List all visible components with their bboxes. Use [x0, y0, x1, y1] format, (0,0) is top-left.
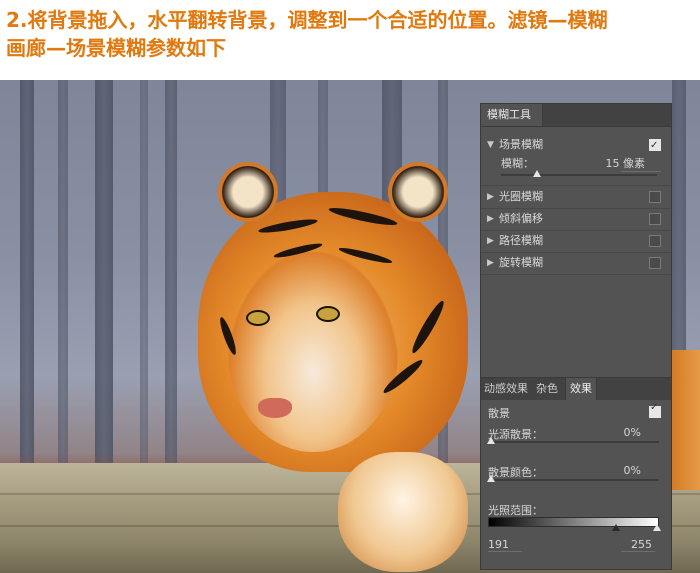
bokeh-color-slider[interactable] — [490, 479, 659, 481]
collapsed-triangle-icon[interactable]: ▶ — [487, 230, 494, 252]
tiger-ear — [388, 162, 448, 222]
blur-tool-tilt-shift[interactable]: ▶ 倾斜偏移 — [481, 208, 671, 231]
light-range-gradient[interactable] — [488, 517, 659, 527]
tiger-image — [188, 152, 488, 572]
light-bokeh-slider[interactable] — [490, 441, 659, 443]
blur-amount-slider[interactable] — [501, 174, 657, 176]
bokeh-color-value[interactable]: 0% — [624, 464, 641, 477]
tab-effects[interactable]: 效果 — [565, 378, 597, 400]
light-range-label: 光照范围： — [488, 504, 543, 517]
blur-tool-checkbox[interactable] — [649, 213, 661, 225]
tiger-ear — [218, 162, 278, 222]
blur-amount-slider-thumb[interactable] — [533, 170, 541, 177]
tiger-nose — [258, 398, 292, 418]
blur-tool-label: 光圈模糊 — [499, 190, 543, 203]
tiger-eye — [246, 310, 270, 326]
collapsed-triangle-icon[interactable]: ▶ — [487, 186, 494, 208]
bokeh-checkbox[interactable] — [649, 402, 661, 418]
blur-amount-label: 模糊： — [501, 157, 534, 170]
background-tree — [140, 80, 148, 513]
background-tree — [95, 80, 113, 513]
blur-tool-iris[interactable]: ▶ 光圈模糊 — [481, 186, 671, 209]
tiger-eye — [316, 306, 340, 322]
tiger-tail-edge — [670, 350, 700, 490]
effects-tab-bar: 动感效果 杂色 效果 — [481, 377, 671, 400]
expanded-triangle-icon[interactable]: ▼ — [487, 134, 494, 156]
tab-noise[interactable]: 杂色 — [533, 378, 561, 400]
value-underline — [621, 171, 661, 172]
light-range-high-value[interactable]: 255 — [631, 538, 652, 551]
blur-tools-panel: 模糊工具 ▼ 场景模糊 模糊： 15 像素 ▶ 光圈模糊 ▶ 倾斜偏移 ▶ 路径… — [480, 103, 672, 570]
blur-tool-checkbox[interactable] — [649, 191, 661, 203]
instruction-caption: 2.将背景拖入，水平翻转背景，调整到一个合适的位置。滤镜—模糊 画廊—场景模糊参… — [6, 6, 696, 62]
light-range-high-thumb[interactable] — [653, 524, 661, 531]
collapsed-triangle-icon[interactable]: ▶ — [487, 208, 494, 230]
background-tree — [20, 80, 34, 513]
value-underline — [488, 551, 522, 552]
tiger-paw — [338, 452, 468, 572]
bokeh-label: 散景 — [488, 407, 510, 420]
collapsed-triangle-icon[interactable]: ▶ — [487, 252, 494, 274]
tab-motion-effects[interactable]: 动感效果 — [481, 378, 531, 400]
bokeh-color-label: 散景颜色： — [488, 466, 543, 479]
light-bokeh-value[interactable]: 0% — [624, 426, 641, 439]
value-underline — [621, 551, 655, 552]
blur-tool-label: 场景模糊 — [499, 138, 543, 151]
blur-tool-checkbox[interactable] — [649, 257, 661, 269]
light-range-low-value[interactable]: 191 — [488, 538, 509, 551]
bokeh-color-slider-thumb[interactable] — [487, 475, 495, 482]
blur-amount-value[interactable]: 15 像素 — [606, 156, 646, 172]
blur-tool-label: 旋转模糊 — [499, 256, 543, 269]
caption-line-2: 画廊—场景模糊参数如下 — [6, 36, 226, 60]
light-bokeh-label: 光源散景： — [488, 428, 543, 441]
blur-tool-checkbox[interactable] — [649, 235, 661, 247]
light-range-low-thumb[interactable] — [612, 524, 620, 531]
blur-tool-checkbox[interactable] — [649, 135, 661, 157]
tiger-face — [228, 252, 398, 452]
blur-tool-spin[interactable]: ▶ 旋转模糊 — [481, 252, 671, 275]
blur-tool-path[interactable]: ▶ 路径模糊 — [481, 230, 671, 253]
blur-tool-scene[interactable]: ▼ 场景模糊 — [481, 134, 671, 157]
background-tree — [58, 80, 68, 513]
background-tree — [165, 80, 177, 513]
caption-line-1: 2.将背景拖入，水平翻转背景，调整到一个合适的位置。滤镜—模糊 — [6, 8, 608, 32]
blur-amount-row: 模糊： 15 像素 — [499, 156, 661, 172]
light-bokeh-slider-thumb[interactable] — [487, 437, 495, 444]
tab-blur-tools[interactable]: 模糊工具 — [481, 104, 543, 126]
blur-tool-label: 倾斜偏移 — [499, 212, 543, 225]
blur-tool-label: 路径模糊 — [499, 234, 543, 247]
